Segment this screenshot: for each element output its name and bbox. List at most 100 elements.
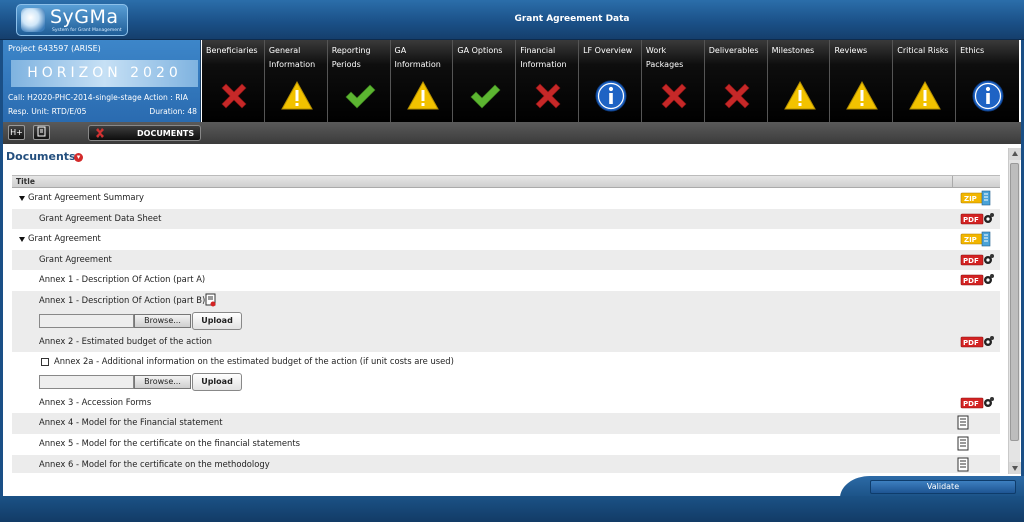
tab-milestones[interactable]: Milestones (767, 40, 831, 122)
svg-text:ZIP: ZIP (964, 195, 977, 203)
page-title: Grant Agreement Data (514, 14, 630, 24)
footer-bar (0, 496, 1024, 522)
tab-critical-risks[interactable]: Critical Risks (893, 40, 957, 122)
pdf-generate-icon[interactable]: PDF (960, 272, 996, 290)
project-id: Project 643597 (ARISE) (8, 44, 101, 53)
section-tabs: Beneficiaries General Information Reportin… (202, 40, 1019, 122)
pdf-generate-icon[interactable]: PDF (960, 334, 996, 352)
tab-label: Financial Information (520, 46, 567, 69)
project-action: Action : RIA (144, 93, 188, 102)
validate-button[interactable]: Validate (870, 480, 1016, 494)
tab-label: Beneficiaries (206, 46, 258, 55)
document-title: Grant Agreement Summary (28, 192, 144, 202)
warning-icon (406, 80, 439, 112)
tab-general-information[interactable]: General Information (264, 40, 328, 122)
tab-work-packages[interactable]: Work Packages (641, 40, 705, 122)
document-title: Annex 1 - Description Of Action (part A) (39, 274, 206, 285)
info-icon (595, 80, 627, 112)
svg-text:ZIP: ZIP (964, 236, 977, 244)
tab-label: LF Overview (583, 46, 633, 55)
warning-icon (909, 80, 942, 112)
tab-label: Reporting Periods (331, 46, 371, 69)
tab-financial-information[interactable]: Financial Information (516, 40, 580, 122)
table-row: Annex 5 - Model for the certificate on t… (12, 434, 1000, 455)
upload-button[interactable]: Upload (192, 311, 242, 330)
horizon-2020-banner: HORIZON 2020 (11, 60, 198, 87)
browse-button[interactable]: Browse... (134, 313, 191, 328)
tab-reviews[interactable]: Reviews (830, 40, 894, 122)
document-icon[interactable] (956, 436, 970, 454)
document-title: Annex 3 - Accession Forms (39, 396, 152, 407)
document-title: Annex 2 - Estimated budget of the action (39, 335, 212, 346)
annex-2a-checkbox[interactable] (41, 358, 49, 367)
checkmark-icon (469, 80, 501, 112)
close-icon (96, 128, 104, 138)
column-divider (952, 176, 953, 188)
table-row: Annex 1 - Description Of Action (part A)… (12, 270, 1000, 291)
tab-label: Work Packages (645, 46, 684, 69)
document-icon[interactable] (956, 457, 970, 473)
scroll-thumb[interactable] (1010, 163, 1019, 441)
table-header: Title (12, 175, 1000, 188)
svg-text:PDF: PDF (963, 216, 979, 224)
svg-text:PDF: PDF (963, 400, 979, 408)
browse-button[interactable]: Browse... (134, 374, 191, 389)
document-upload-icon[interactable] (205, 293, 217, 309)
table-group-row: Grant Agreement Summary ZIP (12, 188, 1000, 209)
document-title: Annex 5 - Model for the certificate on t… (39, 437, 301, 448)
error-cross-icon (532, 80, 564, 112)
expand-button[interactable]: H+ (8, 125, 25, 140)
pdf-generate-icon[interactable]: PDF (960, 252, 996, 270)
info-icon (972, 80, 1004, 112)
tab-label: Milestones (771, 46, 815, 55)
pdf-generate-icon[interactable]: PDF (960, 211, 996, 229)
table-row: Annex 2a - Additional information on the… (12, 352, 1000, 373)
project-call: Call: H2020-PHC-2014-single-stage Action… (8, 93, 188, 102)
collapse-arrow-icon[interactable] (19, 237, 25, 243)
document-view-icon (37, 126, 46, 137)
zip-download-icon[interactable]: ZIP (960, 231, 994, 249)
tab-label: Deliverables (708, 46, 759, 55)
tab-beneficiaries[interactable]: Beneficiaries (202, 40, 265, 122)
tab-deliverables[interactable]: Deliverables (704, 40, 768, 122)
tab-label: Critical Risks (897, 46, 949, 55)
document-icon[interactable] (956, 415, 970, 433)
tab-reporting-periods[interactable]: Reporting Periods (327, 40, 391, 122)
tab-label: Reviews (834, 46, 868, 55)
documents-button[interactable]: DOCUMENTS (88, 125, 201, 141)
tab-ga-information[interactable]: GA Information (390, 40, 454, 122)
file-path-input[interactable] (39, 313, 134, 328)
project-duration: Duration: 48 (149, 107, 197, 116)
table-row: Annex 4 - Model for the Financial statem… (12, 413, 1000, 434)
tab-label: GA Options (457, 46, 503, 55)
upload-row: Browse... Upload (12, 311, 1000, 332)
pdf-generate-icon[interactable]: PDF (960, 395, 996, 413)
file-path-input[interactable] (39, 374, 134, 389)
zip-download-icon[interactable]: ZIP (960, 190, 994, 208)
documents-table: Title Grant Agreement Summary ZIP Grant Ag… (12, 175, 1000, 473)
error-cross-icon (658, 80, 690, 112)
upload-button[interactable]: Upload (192, 372, 242, 391)
document-view-button[interactable] (33, 125, 50, 140)
scroll-down-button[interactable] (1009, 462, 1021, 474)
vertical-scrollbar[interactable] (1008, 148, 1021, 474)
project-panel: Project 643597 (ARISE) HORIZON 2020 Call… (3, 40, 201, 122)
table-row: Annex 3 - Accession Forms PDF (12, 393, 1000, 414)
table-row: Grant Agreement Data Sheet PDF (12, 208, 1000, 230)
document-title: Grant Agreement (28, 233, 101, 244)
document-title: Annex 4 - Model for the Financial statem… (39, 417, 223, 428)
document-title: Annex 1 - Description Of Action (part B) (39, 294, 206, 305)
documents-alert-icon[interactable]: ▾ (74, 153, 83, 162)
checkmark-icon (344, 80, 376, 112)
collapse-arrow-icon[interactable] (19, 196, 25, 201)
tab-ethics[interactable]: Ethics (956, 40, 1019, 122)
table-row: Annex 6 - Model for the certificate on t… (12, 454, 1000, 473)
tab-ga-options[interactable]: GA Options (453, 40, 517, 122)
scroll-up-button[interactable] (1009, 148, 1021, 160)
project-call-text: Call: H2020-PHC-2014-single-stage (8, 93, 142, 102)
tab-lf-overview[interactable]: LF Overview (579, 40, 642, 122)
warning-icon (846, 80, 879, 112)
error-cross-icon (218, 80, 250, 112)
upload-row: Browse... Upload (12, 372, 1000, 393)
tab-label: GA Information (394, 46, 441, 69)
